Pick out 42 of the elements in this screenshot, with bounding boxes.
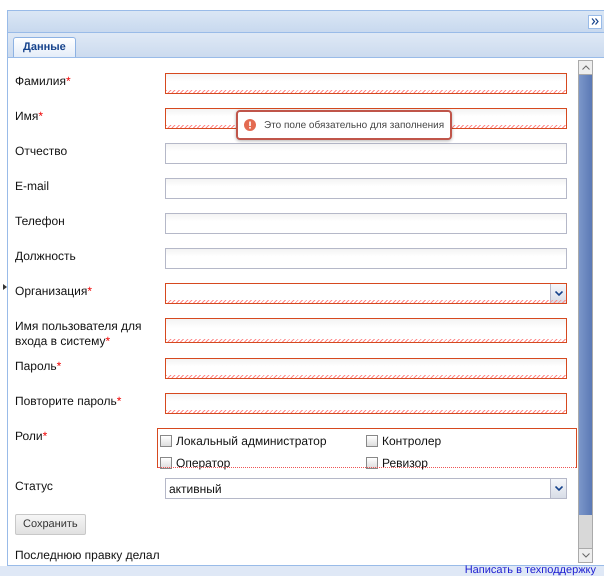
checkbox[interactable] <box>366 435 378 447</box>
text-input[interactable] <box>165 318 567 343</box>
field-label: Роли* <box>15 428 48 444</box>
field-label: Фамилия* <box>15 73 72 89</box>
last-edit-label: Последнюю правку делал <box>15 547 161 564</box>
text-input[interactable] <box>165 358 567 379</box>
field-label: Имя пользователя для входа в систему* <box>15 318 143 349</box>
scrollbar[interactable] <box>578 60 593 563</box>
checkbox-label[interactable]: Локальный администратор <box>176 432 327 450</box>
checkbox[interactable] <box>160 457 172 469</box>
scroll-up-icon[interactable] <box>582 65 590 70</box>
tab[interactable]: Данные <box>13 37 76 57</box>
checkbox-label[interactable]: Оператор <box>176 454 230 472</box>
field-label: Пароль* <box>15 358 62 374</box>
checkbox-label[interactable]: Ревизор <box>382 454 428 472</box>
text-input[interactable] <box>165 73 567 94</box>
checkbox[interactable] <box>160 435 172 447</box>
field-label: E-mail <box>15 178 50 194</box>
field-label: Имя* <box>15 108 44 124</box>
field-label: Статус <box>15 478 54 494</box>
field-value: активный <box>168 480 223 498</box>
dropdown-field[interactable]: активный <box>165 478 567 499</box>
text-input[interactable] <box>165 178 567 199</box>
field-label: Организация* <box>15 283 94 299</box>
text-input[interactable] <box>165 393 567 414</box>
checkbox-label[interactable]: Контролер <box>382 432 442 450</box>
field-label: Телефон <box>15 213 66 229</box>
field-label: Отчество <box>15 143 68 159</box>
text-input[interactable] <box>165 143 567 164</box>
collapse-button[interactable] <box>588 14 602 28</box>
save-button[interactable]: Сохранить <box>15 514 86 535</box>
checkbox[interactable] <box>366 457 378 469</box>
field-label: Повторите пароль* <box>15 393 122 409</box>
scroll-down-icon[interactable] <box>582 553 590 558</box>
dropdown-field[interactable] <box>165 283 567 304</box>
error-icon <box>244 119 256 131</box>
text-input[interactable] <box>165 213 567 234</box>
text-input[interactable] <box>165 248 567 269</box>
field-label: Должность <box>15 248 77 264</box>
double-chevron-icon <box>591 18 599 25</box>
tooltip-text: Это поле обязательно для заполнения <box>264 118 444 132</box>
expand-arrow-icon <box>3 284 7 290</box>
